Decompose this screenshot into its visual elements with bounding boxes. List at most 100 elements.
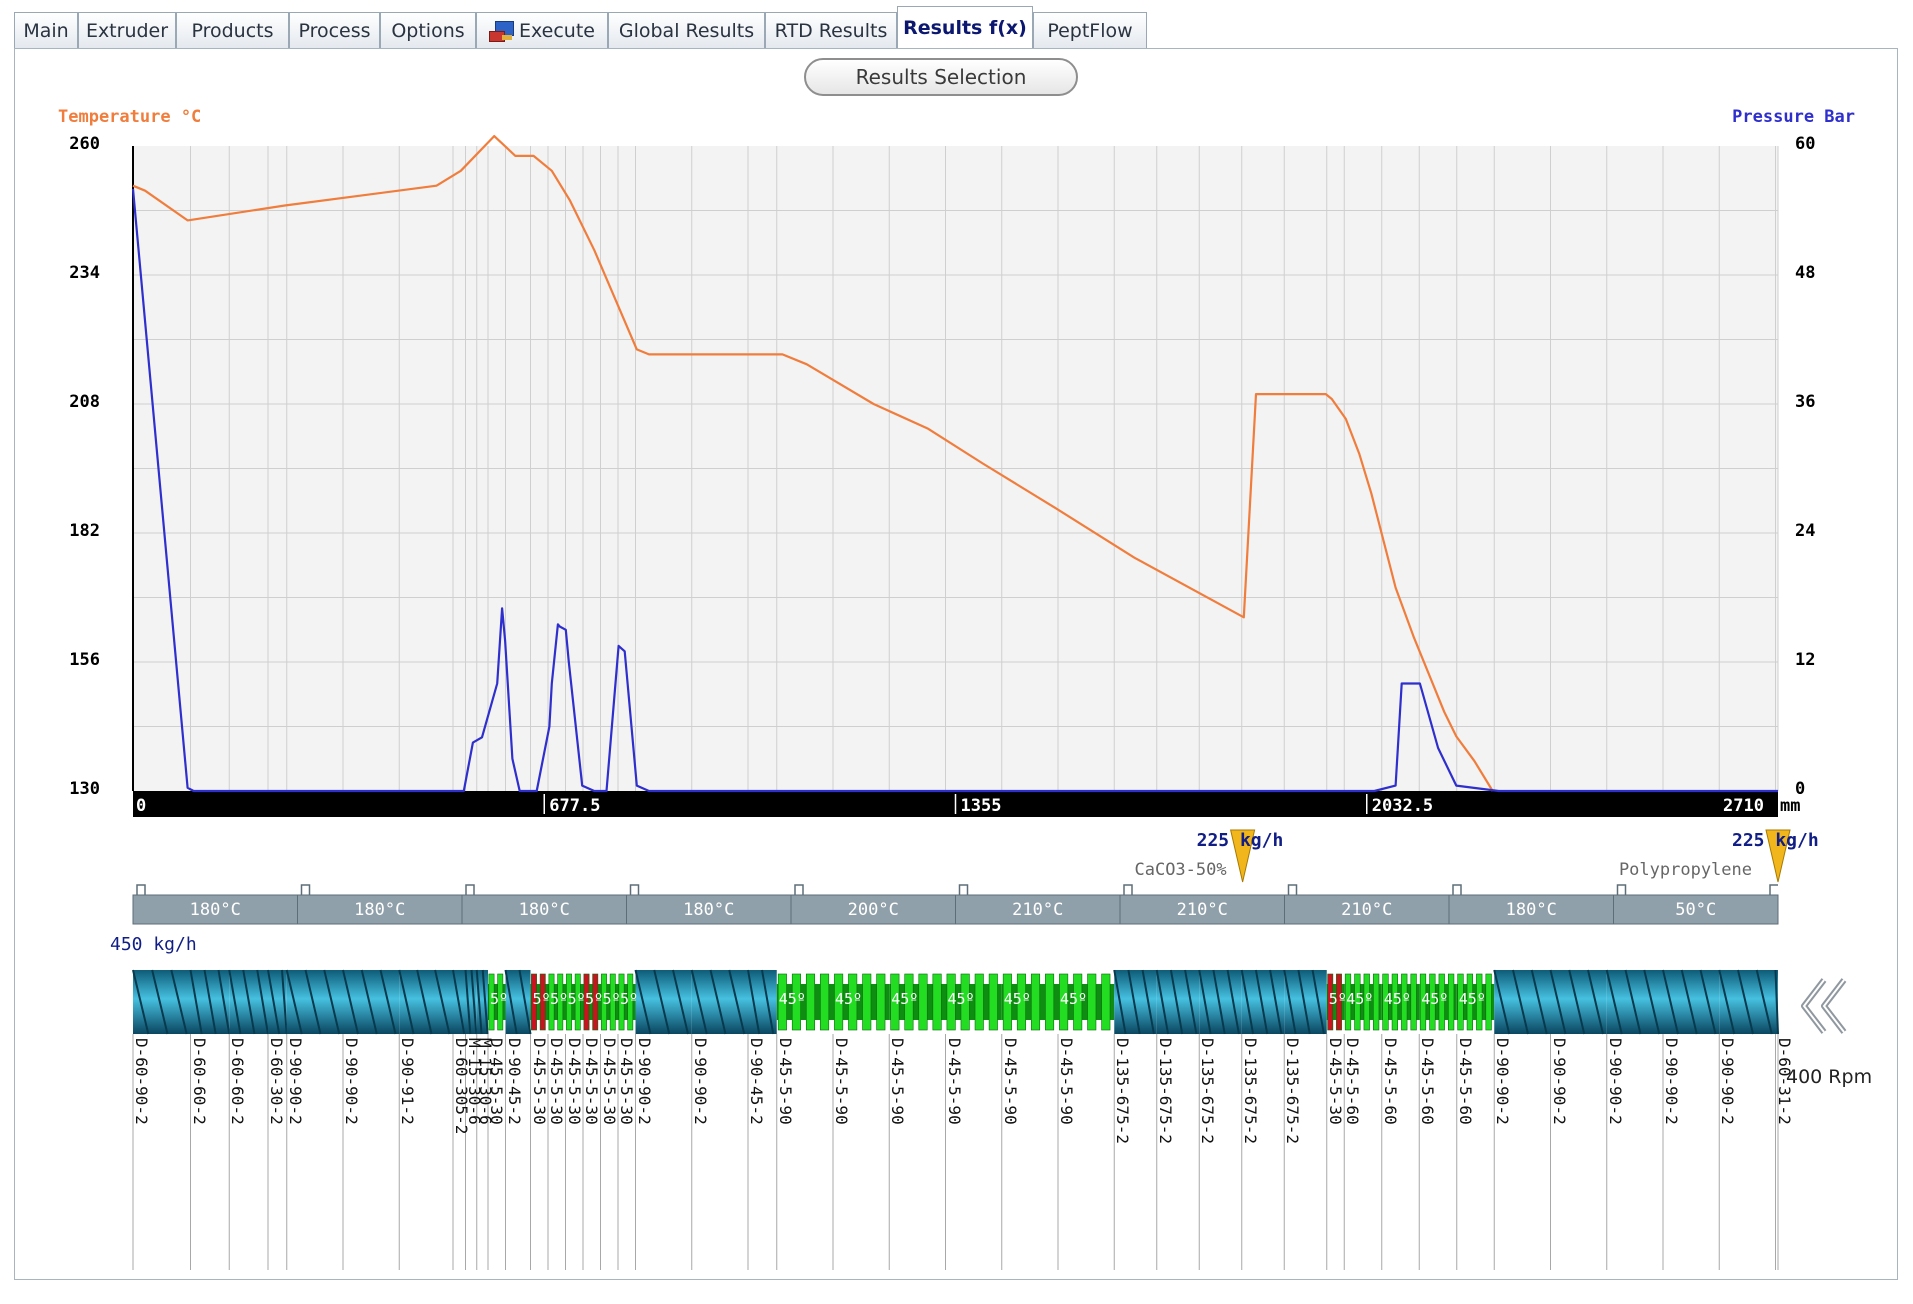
zone-clamp: [1123, 884, 1133, 895]
screw-element-label: D-90-90-2: [1605, 1038, 1628, 1188]
screw-element-code: D-60-60-2: [189, 1038, 209, 1125]
kneading-angle: 45º: [1346, 990, 1374, 1008]
y-left-tick: 156: [69, 650, 100, 670]
screw-element-code: D-90-90-2: [1605, 1038, 1625, 1125]
y-right-tick: 48: [1795, 263, 1816, 283]
kneading-angle: 5º: [532, 990, 551, 1008]
kneading-disc: [805, 973, 816, 1031]
screw-element-label: D-90-90-2: [1718, 1038, 1740, 1188]
screw-element-code: D-45-5-90: [888, 1038, 908, 1125]
kneading-disc: [974, 973, 984, 1031]
total-feed-rate: 450 kg/h: [110, 934, 197, 955]
screw-element-code: D-90-90-2: [1493, 1038, 1513, 1125]
screw-element-label: D-60-60-2: [228, 1038, 250, 1188]
screw-element-label: D-45-5-90: [888, 1038, 910, 1188]
kneading-angle: 45º: [1060, 990, 1088, 1008]
screw-element-label: D-90-90-2: [1493, 1038, 1515, 1188]
kneading-disc: [820, 973, 830, 1031]
y-right-tick: 36: [1795, 392, 1816, 412]
x-unit-label: mm: [1780, 796, 1801, 816]
kneading-angle: 45º: [1421, 990, 1449, 1008]
screw-element-label: D-90-45-2: [504, 1038, 527, 1188]
y-right-tick: 24: [1795, 521, 1816, 541]
kneading-disc: [876, 973, 886, 1031]
screw-element-code: D-90-90-2: [1662, 1038, 1681, 1125]
screw-element-label: D-45-5-60: [1418, 1038, 1440, 1188]
screw-element-label: D-135-675-2: [1113, 1038, 1135, 1188]
screw-speed: 400 Rpm: [1786, 1066, 1873, 1088]
kneading-disc: [1030, 973, 1041, 1031]
screw-element-label: D-135-675-2: [1241, 1038, 1263, 1188]
screw-element-code: D-45-5-30: [599, 1038, 619, 1125]
zone-clamp: [300, 884, 311, 895]
feed-material-label: CaCO3-50%: [1134, 860, 1227, 880]
screw-element-code: D-45-5-30: [1325, 1038, 1345, 1125]
screw-element-label: D-90-90-2: [1662, 1038, 1684, 1188]
zone-clamp: [1287, 884, 1298, 895]
zone-clamp: [1616, 884, 1627, 895]
kneading-disc: [1101, 973, 1111, 1031]
screw-element-label: D-60-31-2: [1775, 1038, 1797, 1188]
screw-element-label: D-135-675-2: [1156, 1038, 1178, 1188]
double-chevron-left-icon[interactable]: [1792, 972, 1860, 1040]
screw-element-code: D-60-90-2: [132, 1038, 151, 1125]
y-right-tick: 60: [1795, 134, 1816, 154]
kneading-angle: 45º: [835, 990, 863, 1008]
screw-element-label: D-90-90-2: [635, 1038, 657, 1188]
screw-element-label: D-45-5-90: [1057, 1038, 1079, 1188]
y-right-tick: 12: [1795, 650, 1816, 670]
screw-element-code: D-60-60-2: [228, 1038, 248, 1125]
x-tick-label: 1355: [960, 796, 1002, 816]
zone-clamp: [1769, 884, 1778, 895]
screw-element-label: D-135-675-2: [1198, 1038, 1220, 1188]
zone-temperature: 180°C: [518, 899, 570, 920]
screw-element-code: D-90-45-2: [504, 1038, 524, 1125]
screw-element-label: D-45-5-60: [1343, 1038, 1365, 1188]
screw-element-code: D-45-5-90: [775, 1038, 795, 1125]
kneading-angle: 45º: [891, 990, 919, 1008]
kneading-disc: [932, 973, 942, 1031]
kneading-angle: 45º: [778, 990, 806, 1008]
screw-element-code: D-90-90-2: [1718, 1038, 1738, 1125]
feed-rate-label: 225 kg/h: [1196, 830, 1284, 851]
screw-element-label: D-45-5-60: [1456, 1038, 1478, 1188]
y-left-tick: 182: [69, 521, 100, 541]
screw-body: [505, 970, 531, 1034]
zone-clamp: [465, 884, 475, 895]
zone-temperature: 50°C: [1675, 899, 1717, 920]
x-tick-label: 2032.5: [1371, 796, 1434, 816]
kneading-disc: [1045, 973, 1055, 1031]
y-left-tick: 208: [69, 392, 100, 412]
feed-material-label: Polypropylene: [1618, 860, 1752, 880]
screw-element-label: D-45-5-90: [1001, 1038, 1023, 1188]
screw-element-code: D-90-90-2: [1549, 1038, 1569, 1125]
kneading-angle: 45º: [1003, 990, 1031, 1008]
kneading-angle: 45º: [947, 990, 975, 1008]
screw-element-code: D-45-5-90: [832, 1038, 851, 1125]
kneading-angle: 5º: [585, 990, 604, 1008]
x-tick-label: 2710: [1723, 796, 1764, 816]
screw-element-code: D-90-91-2: [398, 1038, 418, 1125]
kneading-angle: 45º: [1458, 990, 1486, 1008]
screw-element-code: D-90-90-2: [285, 1038, 305, 1125]
screw-element-label: D-45-5-90: [945, 1038, 967, 1188]
screw-element-label: D-90-90-2: [285, 1038, 308, 1188]
kneading-disc: [1087, 973, 1097, 1031]
screw-element-code: D-45-5-30: [582, 1038, 601, 1125]
screw-element-label: D-90-45-2: [747, 1038, 769, 1188]
kneading-disc: [1410, 973, 1417, 1031]
screw-element-label: D-45-5-90: [775, 1038, 798, 1188]
y-left-tick: 260: [69, 134, 100, 154]
screw-element-label: D-90-90-2: [1549, 1038, 1572, 1188]
x-tick-label: 0: [136, 796, 147, 816]
screw-element-code: D-45-5-30: [564, 1038, 584, 1125]
screw-element-code: D-90-90-2: [690, 1038, 710, 1125]
y-left-tick: 130: [69, 779, 100, 799]
kneading-disc: [1485, 973, 1492, 1031]
kneading-angle: 5º: [567, 990, 586, 1008]
kneading-angle: 5º: [602, 990, 621, 1008]
screw-element-label: D-60-90-2: [132, 1038, 154, 1188]
kneading-disc: [988, 973, 998, 1031]
zone-clamp: [1452, 884, 1462, 895]
screw-element-code: D-45-5-90: [1057, 1038, 1076, 1125]
